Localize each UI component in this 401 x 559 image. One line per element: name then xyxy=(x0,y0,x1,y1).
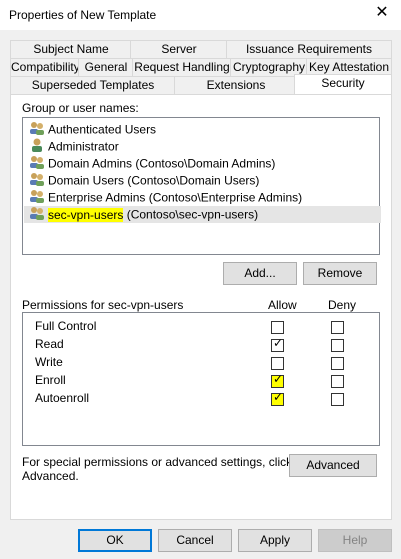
allow-checkbox-enroll[interactable]: ✓ xyxy=(271,372,284,388)
add-button[interactable]: Add... xyxy=(223,262,297,285)
user-name: Enterprise Admins (Contoso\Enterprise Ad… xyxy=(48,190,303,205)
cancel-button[interactable]: Cancel xyxy=(158,529,232,552)
tab-subject-name[interactable]: Subject Name xyxy=(10,40,132,58)
remove-button[interactable]: Remove xyxy=(303,262,377,285)
checkmark-icon: ✓ xyxy=(273,390,284,404)
deny-checkbox-full-control[interactable] xyxy=(331,321,344,334)
tab-security[interactable]: Security xyxy=(294,74,392,94)
user-name: Domain Admins (Contoso\Domain Admins) xyxy=(48,156,276,171)
deny-checkbox-enroll[interactable] xyxy=(331,375,344,388)
permission-name: Autoenroll xyxy=(35,391,90,405)
tab-compatibility[interactable]: Compatibility xyxy=(10,58,80,76)
list-item[interactable]: Domain Users (Contoso\Domain Users) xyxy=(29,172,259,189)
checkmark-icon: ✓ xyxy=(273,336,284,350)
user-domain: (Contoso\sec-vpn-users) xyxy=(123,207,259,222)
tab-general[interactable]: General xyxy=(78,58,134,76)
deny-checkbox-autoenroll[interactable] xyxy=(331,393,344,406)
title-bar: Properties of New Template ✕ xyxy=(0,0,401,30)
user-name: Authenticated Users xyxy=(48,122,157,137)
user-name: Administrator xyxy=(48,139,119,154)
apply-button[interactable]: Apply xyxy=(238,529,312,552)
ok-button[interactable]: OK xyxy=(78,529,152,552)
deny-header: Deny xyxy=(328,298,357,312)
allow-checkbox-autoenroll[interactable]: ✓ xyxy=(271,390,284,406)
user-name: Domain Users (Contoso\Domain Users) xyxy=(48,173,260,188)
deny-checkbox-read[interactable] xyxy=(331,339,344,352)
list-item[interactable]: Domain Admins (Contoso\Domain Admins) xyxy=(29,155,275,172)
tab-request-handling[interactable]: Request Handling xyxy=(132,58,232,76)
list-item[interactable]: Authenticated Users xyxy=(29,121,156,138)
help-button[interactable]: Help xyxy=(318,529,392,552)
allow-checkbox-write[interactable] xyxy=(271,357,284,370)
checkmark-icon: ✓ xyxy=(273,372,284,386)
tab-issuance-requirements[interactable]: Issuance Requirements xyxy=(226,40,392,58)
permission-name: Write xyxy=(35,355,63,369)
group-label: Group or user names: xyxy=(22,101,139,115)
list-item-selected[interactable]: sec-vpn-users (Contoso\sec-vpn-users) xyxy=(24,206,381,223)
tab-superseded-templates[interactable]: Superseded Templates xyxy=(10,76,176,94)
special-permissions-text-2: Advanced. xyxy=(22,469,79,483)
tab-server[interactable]: Server xyxy=(130,40,228,58)
allow-checkbox-read[interactable]: ✓ xyxy=(271,336,284,352)
permissions-label: Permissions for sec-vpn-users xyxy=(22,298,184,312)
allow-header: Allow xyxy=(268,298,297,312)
permissions-list: Full Control Read ✓ Write Enroll ✓ Autoe… xyxy=(22,312,380,446)
permission-name: Read xyxy=(35,337,64,351)
tab-extensions[interactable]: Extensions xyxy=(174,76,298,94)
advanced-button[interactable]: Advanced xyxy=(289,454,377,477)
list-item[interactable]: Enterprise Admins (Contoso\Enterprise Ad… xyxy=(29,189,302,206)
list-item[interactable]: Administrator xyxy=(29,138,119,155)
close-icon[interactable]: ✕ xyxy=(373,4,391,22)
window-title: Properties of New Template xyxy=(9,8,157,22)
user-list[interactable]: Authenticated Users Administrator Domain… xyxy=(22,117,381,255)
special-permissions-text: For special permissions or advanced sett… xyxy=(22,455,293,469)
permission-name: Enroll xyxy=(35,373,66,387)
highlighted-user-name: sec-vpn-users xyxy=(48,207,124,222)
users-icon xyxy=(29,206,45,225)
permission-name: Full Control xyxy=(35,319,97,333)
allow-checkbox-full-control[interactable] xyxy=(271,321,284,334)
deny-checkbox-write[interactable] xyxy=(331,357,344,370)
